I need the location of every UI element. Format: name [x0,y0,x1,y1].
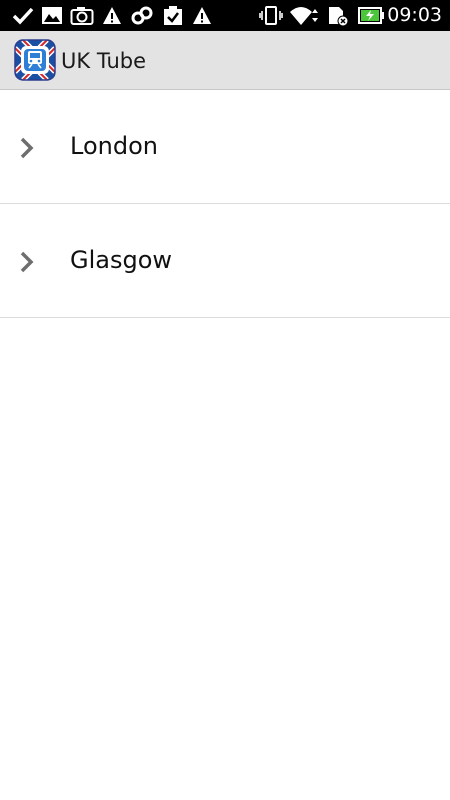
list-item-glasgow[interactable]: Glasgow [0,204,450,318]
list-item-london[interactable]: London [0,90,450,204]
wifi-icon [289,5,321,26]
link-icon [131,5,153,26]
app-title: UK Tube [61,49,147,73]
status-clock: 09:03 [387,4,442,26]
warning-icon [192,5,212,26]
chevron-right-icon [18,250,38,274]
chevron-right-icon [18,136,38,160]
action-bar: UK Tube [0,31,450,90]
list-item-label: London [70,132,158,160]
tube-train-icon[interactable] [13,38,57,82]
image-icon [41,5,63,26]
battery-charging-icon [358,5,386,26]
list-item-label: Glasgow [70,246,173,274]
city-list: London Glasgow [0,90,450,318]
clipboard-check-icon [162,5,184,26]
check-icon [12,5,34,26]
sd-card-icon [326,5,350,26]
camera-icon [70,5,94,26]
warning-icon [102,5,122,26]
status-bar: 09:03 [0,0,450,31]
vibrate-icon [259,5,283,26]
